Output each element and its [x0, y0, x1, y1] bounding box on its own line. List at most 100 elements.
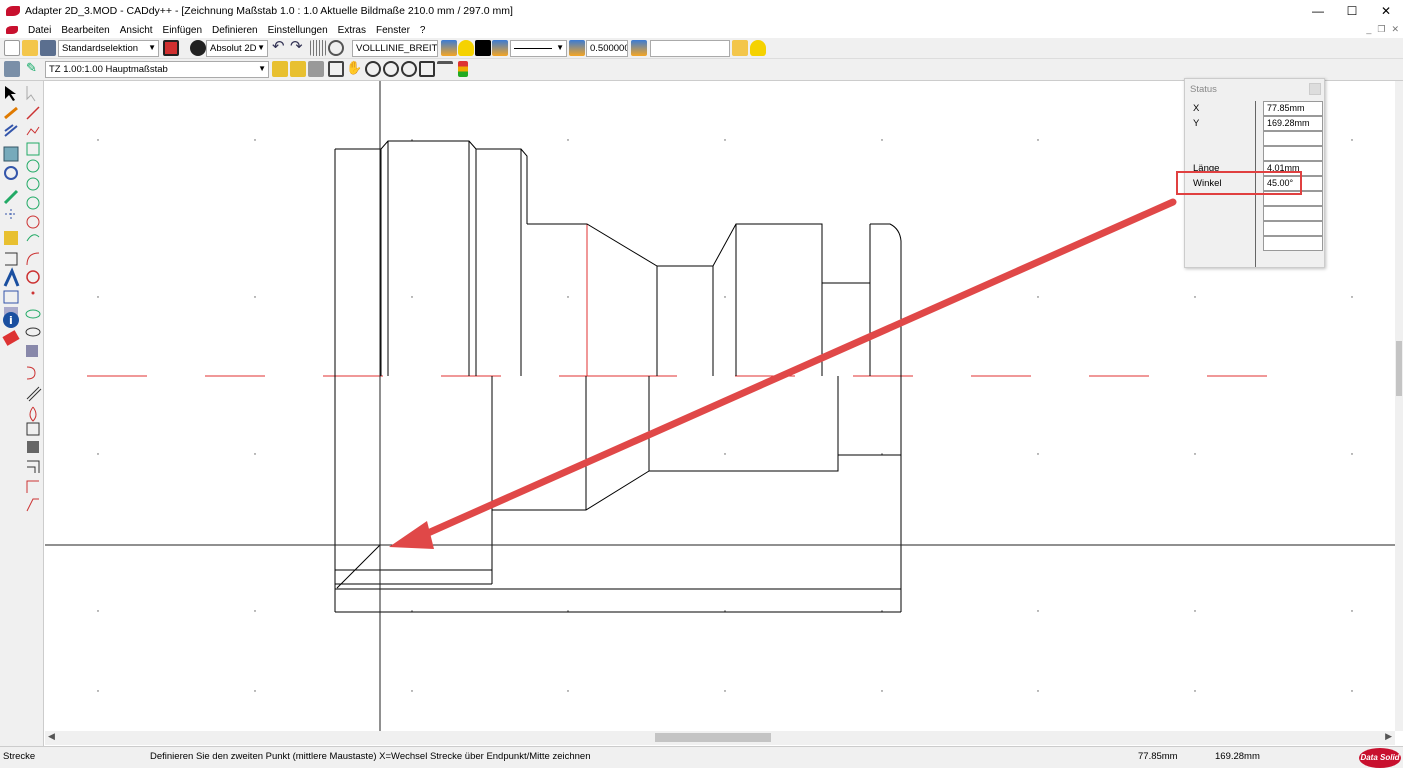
menu-extras[interactable]: Extras [333, 25, 371, 36]
maximize-button[interactable]: ☐ [1335, 0, 1369, 22]
line-style-preview [514, 48, 552, 49]
measure-icon[interactable] [272, 61, 288, 77]
scale-zone-select[interactable]: TZ 1.00:1.00 Hauptmaßstab ▼ [45, 61, 269, 78]
document-icon[interactable] [6, 26, 18, 34]
zoom-out-icon[interactable] [383, 61, 399, 77]
block-icon [26, 345, 38, 357]
line-type-value: VOLLLINIE_BREIT [356, 43, 438, 54]
chevron-down-icon: ▼ [258, 64, 266, 73]
new-file-icon[interactable] [4, 40, 20, 56]
status-value: 169.28mm [1263, 116, 1323, 131]
lightbulb-icon[interactable] [458, 40, 474, 56]
status-panel-close-button[interactable] [1309, 83, 1321, 95]
layer-icon[interactable] [441, 40, 457, 56]
grid-icon[interactable] [310, 40, 326, 56]
pan-hand-icon[interactable]: ✋ [346, 61, 362, 77]
mdi-minimize-button[interactable]: _ [1366, 24, 1371, 35]
line-width-value: 0.500000 [590, 43, 628, 54]
line-width-field[interactable]: 0.500000 [586, 40, 628, 57]
status-row [1185, 131, 1325, 146]
contour-icon [29, 406, 37, 422]
empty-field[interactable] [650, 40, 730, 57]
menu-definieren[interactable]: Definieren [207, 25, 263, 36]
edit-green-icon [3, 189, 19, 205]
view-icon[interactable] [328, 40, 344, 56]
traffic-light-icon[interactable] [458, 61, 468, 77]
winkel-highlight-box [1176, 171, 1302, 195]
folder-icon[interactable] [732, 40, 748, 56]
menu-fenster[interactable]: Fenster [371, 25, 415, 36]
status-mode: Strecke [3, 751, 36, 762]
status-row [1185, 236, 1325, 251]
undo-icon[interactable]: ↶ [272, 39, 288, 56]
dimension-icon [5, 209, 17, 221]
zoom-in-icon[interactable] [365, 61, 381, 77]
window-title: Adapter 2D_3.MOD - CADdy++ - [Zeichnung … [25, 5, 513, 17]
printer-icon[interactable] [4, 61, 20, 77]
status-y-coordinate: 169.28mm [1215, 751, 1260, 762]
point-icon [31, 291, 35, 295]
scroll-left-arrow-icon[interactable]: ◀ [48, 731, 55, 742]
circle-center-icon [26, 159, 40, 173]
zoom-window-icon[interactable] [328, 61, 344, 77]
layer-icon[interactable] [631, 40, 647, 56]
zoom-previous-icon[interactable] [419, 61, 435, 77]
save-icon[interactable] [40, 40, 56, 56]
menu-datei[interactable]: Datei [23, 25, 56, 36]
cursor-icon[interactable] [308, 61, 324, 77]
line-type-field[interactable]: VOLLLINIE_BREIT [352, 40, 438, 57]
eraser-icon [2, 330, 20, 346]
selection-mode-select[interactable]: Standardselektion ▼ [58, 40, 159, 57]
fillet-icon [26, 366, 36, 380]
polyline-icon [26, 126, 40, 136]
status-hint: Definieren Sie den zweiten Punkt (mittle… [150, 751, 591, 762]
line-icon [26, 106, 40, 120]
menu-help[interactable]: ? [415, 25, 431, 36]
coord-mode-select[interactable]: Absolut 2D ▼ [206, 40, 268, 57]
layer-icon[interactable] [492, 40, 508, 56]
status-row [1185, 206, 1325, 221]
horizontal-scroll-thumb[interactable] [655, 733, 771, 742]
menu-einfuegen[interactable]: Einfügen [158, 25, 207, 36]
status-row-y: Y 169.28mm [1185, 116, 1325, 131]
pencil-icon[interactable]: ✎ [26, 61, 42, 77]
redo-icon[interactable]: ↷ [290, 39, 306, 56]
status-value [1263, 221, 1323, 236]
menu-bearbeiten[interactable]: Bearbeiten [56, 25, 114, 36]
menu-ansicht[interactable]: Ansicht [115, 25, 158, 36]
layer-icon[interactable] [569, 40, 585, 56]
redraw-icon[interactable] [437, 61, 453, 77]
rotate-icon [4, 166, 18, 180]
coord-mode-value: Absolut 2D [210, 43, 257, 54]
mdi-restore-button[interactable]: ❐ [1377, 24, 1385, 35]
vertical-scroll-thumb[interactable] [1396, 341, 1402, 396]
chevron-down-icon: ▼ [257, 43, 265, 52]
coordinate-icon[interactable] [190, 40, 206, 56]
text-icon [3, 267, 20, 287]
ellipse-arc-icon [25, 327, 41, 337]
ellipse-icon [25, 309, 41, 319]
snap-icon[interactable] [290, 61, 306, 77]
color-swatch[interactable] [475, 40, 491, 56]
line-style-select[interactable]: ▼ [510, 40, 567, 57]
vertical-scrollbar[interactable] [1395, 81, 1403, 731]
status-x-coordinate: 77.85mm [1138, 751, 1178, 762]
rectangle-select-icon [3, 146, 19, 162]
mdi-close-button[interactable]: ✕ [1391, 24, 1399, 35]
chamfer-icon [26, 498, 39, 512]
menu-einstellungen[interactable]: Einstellungen [263, 25, 333, 36]
lightbulb-icon[interactable] [750, 40, 766, 56]
zoom-all-icon[interactable] [401, 61, 417, 77]
offset-icon [27, 460, 40, 473]
status-label: Y [1193, 118, 1200, 129]
arc-icon [26, 234, 40, 242]
parallel-icon [26, 386, 42, 402]
caddy-app-icon [6, 6, 20, 16]
tool-palette-icons: i [2, 86, 42, 512]
scroll-right-arrow-icon[interactable]: ▶ [1385, 731, 1392, 742]
horizontal-scrollbar[interactable]: ◀ ▶ [45, 731, 1395, 745]
select-color-icon[interactable] [163, 40, 179, 56]
close-button[interactable]: ✕ [1369, 0, 1403, 22]
open-folder-icon[interactable] [22, 40, 38, 56]
minimize-button[interactable]: — [1301, 0, 1335, 22]
